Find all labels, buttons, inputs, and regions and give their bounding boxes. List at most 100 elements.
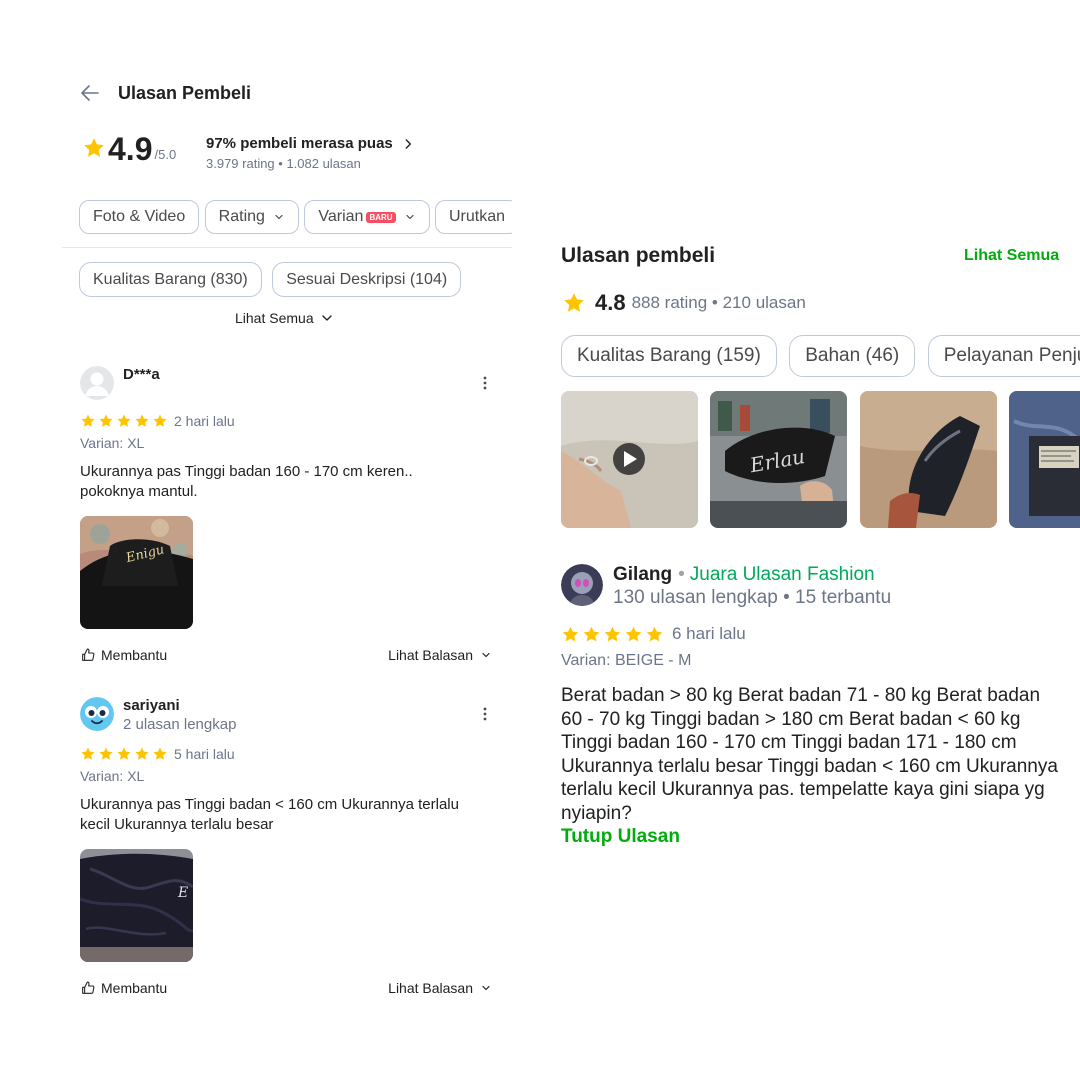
review-stars: 2 hari lalu bbox=[80, 413, 492, 429]
star-icon bbox=[80, 413, 96, 429]
filter-label: Urutkan bbox=[449, 208, 506, 225]
star-icon bbox=[562, 291, 586, 315]
more-options-icon[interactable] bbox=[478, 705, 492, 723]
rating-score: 4.8 bbox=[595, 290, 626, 315]
see-all-label: Lihat Semua bbox=[235, 310, 314, 326]
star-icon bbox=[98, 746, 114, 762]
star-icon bbox=[603, 625, 622, 644]
right-review-panel: Ulasan pembeli Lihat Semua 4.8 888 ratin… bbox=[540, 0, 1080, 1080]
review-text: Ukurannya pas Tinggi badan 160 - 170 cm … bbox=[80, 463, 413, 500]
see-all-link[interactable]: Lihat Semua bbox=[964, 247, 1059, 265]
star-icon bbox=[624, 625, 643, 644]
thumbs-up-icon bbox=[82, 981, 95, 994]
tag-label: Sesuai Deskripsi (104) bbox=[286, 270, 448, 288]
chevron-down-icon bbox=[275, 214, 283, 220]
review-variant: Varian: BEIGE - M bbox=[561, 652, 692, 669]
star-icon bbox=[98, 413, 114, 429]
media-gallery: Erlau bbox=[561, 391, 1080, 529]
avatar bbox=[561, 564, 603, 606]
collapse-review-button[interactable]: Tutup Ulasan bbox=[561, 825, 1066, 849]
review-time: 5 hari lalu bbox=[174, 746, 235, 762]
reviewer-stats: 2 ulasan lengkap bbox=[123, 716, 237, 733]
star-icon bbox=[116, 413, 132, 429]
filter-bar: Foto & Video Rating Varian BARU Urutkan bbox=[79, 200, 512, 236]
more-options-icon[interactable] bbox=[478, 374, 492, 392]
filter-label: Varian bbox=[318, 208, 364, 225]
chevron-down-icon bbox=[321, 315, 332, 321]
star-icon bbox=[80, 746, 96, 762]
view-replies-button[interactable]: Lihat Balasan bbox=[388, 980, 492, 996]
review-photo[interactable] bbox=[859, 391, 997, 528]
reviewer-badge: • Juara Ulasan Fashion bbox=[678, 564, 875, 585]
view-replies-button[interactable]: Lihat Balasan bbox=[388, 647, 492, 663]
tag-label: Pelayanan Penjual bbox=[943, 345, 1080, 366]
star-icon bbox=[82, 136, 106, 160]
page-title: Ulasan Pembeli bbox=[118, 82, 252, 103]
topic-tags: Kualitas Barang (159) Bahan (46) Pelayan… bbox=[561, 335, 1080, 379]
review-card: D***a 2 hari lalu Varian: XL Ukurannya p… bbox=[80, 366, 492, 667]
filter-varian[interactable]: Varian BARU bbox=[304, 200, 430, 234]
tag-label: Kualitas Barang (159) bbox=[577, 345, 761, 366]
chevron-down-icon bbox=[405, 214, 414, 220]
satisfaction-text: 97% pembeli merasa puas bbox=[206, 135, 393, 152]
rating-summary: 4.9 /5.0 bbox=[82, 132, 176, 166]
left-review-panel: Ulasan Pembeli 4.9 /5.0 97% pembeli mera… bbox=[0, 0, 520, 1080]
review-time: 2 hari lalu bbox=[174, 413, 235, 429]
see-all-tags-button[interactable]: Lihat Semua bbox=[235, 310, 335, 326]
svg-text:E: E bbox=[177, 885, 188, 901]
replies-label: Lihat Balasan bbox=[388, 647, 473, 663]
tag-label: Kualitas Barang (830) bbox=[93, 270, 248, 288]
review-photo[interactable]: Enigu bbox=[80, 516, 193, 629]
chevron-down-icon bbox=[482, 652, 490, 658]
reviewer-name: Gilang bbox=[613, 564, 673, 585]
star-icon bbox=[582, 625, 601, 644]
review-stars: 5 hari lalu bbox=[80, 746, 492, 762]
filter-label: Rating bbox=[218, 208, 265, 225]
tag-kualitas-barang[interactable]: Kualitas Barang (159) bbox=[561, 335, 777, 377]
tag-label: Bahan (46) bbox=[805, 345, 900, 366]
review-card: sariyani 2 ulasan lengkap 5 hari lalu Va… bbox=[80, 697, 492, 1000]
tag-pelayanan-penjual[interactable]: Pelayanan Penjual bbox=[927, 335, 1080, 377]
avatar bbox=[80, 697, 114, 731]
star-icon bbox=[134, 413, 150, 429]
rating-score: 4.9 bbox=[108, 131, 153, 167]
review-photo[interactable] bbox=[1009, 391, 1080, 528]
star-icon bbox=[152, 413, 168, 429]
reviewer-name: D***a bbox=[123, 366, 160, 383]
review-photo[interactable]: Erlau bbox=[710, 391, 848, 528]
helpful-button[interactable]: Membantu bbox=[80, 980, 167, 996]
rating-summary: 4.8 888 rating • 210 ulasan bbox=[562, 290, 806, 316]
topic-tags: Kualitas Barang (830) Sesuai Deskripsi (… bbox=[79, 262, 467, 297]
star-icon bbox=[645, 625, 664, 644]
rating-counts: 3.979 rating • 1.082 ulasan bbox=[206, 156, 361, 171]
filter-rating[interactable]: Rating bbox=[204, 200, 299, 234]
review-text: Ukurannya pas Tinggi badan < 160 cm Ukur… bbox=[80, 796, 459, 833]
star-icon bbox=[116, 746, 132, 762]
tag-sesuai-deskripsi[interactable]: Sesuai Deskripsi (104) bbox=[272, 262, 462, 297]
badge-label: Juara Ulasan Fashion bbox=[689, 564, 875, 585]
rating-counts: 888 rating • 210 ulasan bbox=[631, 293, 806, 312]
review-variant: Varian: XL bbox=[80, 435, 145, 451]
star-icon bbox=[561, 625, 580, 644]
tag-bahan[interactable]: Bahan (46) bbox=[789, 335, 916, 377]
thumbs-up-icon bbox=[82, 648, 95, 661]
rating-scale: /5.0 bbox=[154, 147, 177, 162]
chevron-down-icon bbox=[482, 985, 490, 991]
section-title: Ulasan pembeli bbox=[561, 244, 716, 267]
satisfaction-summary[interactable]: 97% pembeli merasa puas 3.979 rating • 1… bbox=[206, 135, 415, 171]
review-stars: 6 hari lalu bbox=[561, 624, 1066, 644]
arrow-left-icon[interactable] bbox=[78, 81, 102, 105]
helpful-button[interactable]: Membantu bbox=[80, 647, 167, 663]
helpful-label: Membantu bbox=[101, 647, 168, 663]
helpful-label: Membantu bbox=[101, 980, 168, 996]
review-time: 6 hari lalu bbox=[672, 624, 746, 643]
page-header: Ulasan Pembeli bbox=[78, 80, 251, 106]
tag-kualitas-barang[interactable]: Kualitas Barang (830) bbox=[79, 262, 262, 297]
filter-foto-video[interactable]: Foto & Video bbox=[79, 200, 200, 234]
video-thumbnail[interactable] bbox=[561, 391, 698, 528]
review-photo[interactable]: E bbox=[80, 849, 193, 962]
star-icon bbox=[134, 746, 150, 762]
new-badge: BARU bbox=[366, 211, 396, 223]
review-card: Gilang • Juara Ulasan Fashion 130 ulasan … bbox=[561, 564, 1066, 849]
filter-urutkan[interactable]: Urutkan bbox=[435, 200, 512, 234]
